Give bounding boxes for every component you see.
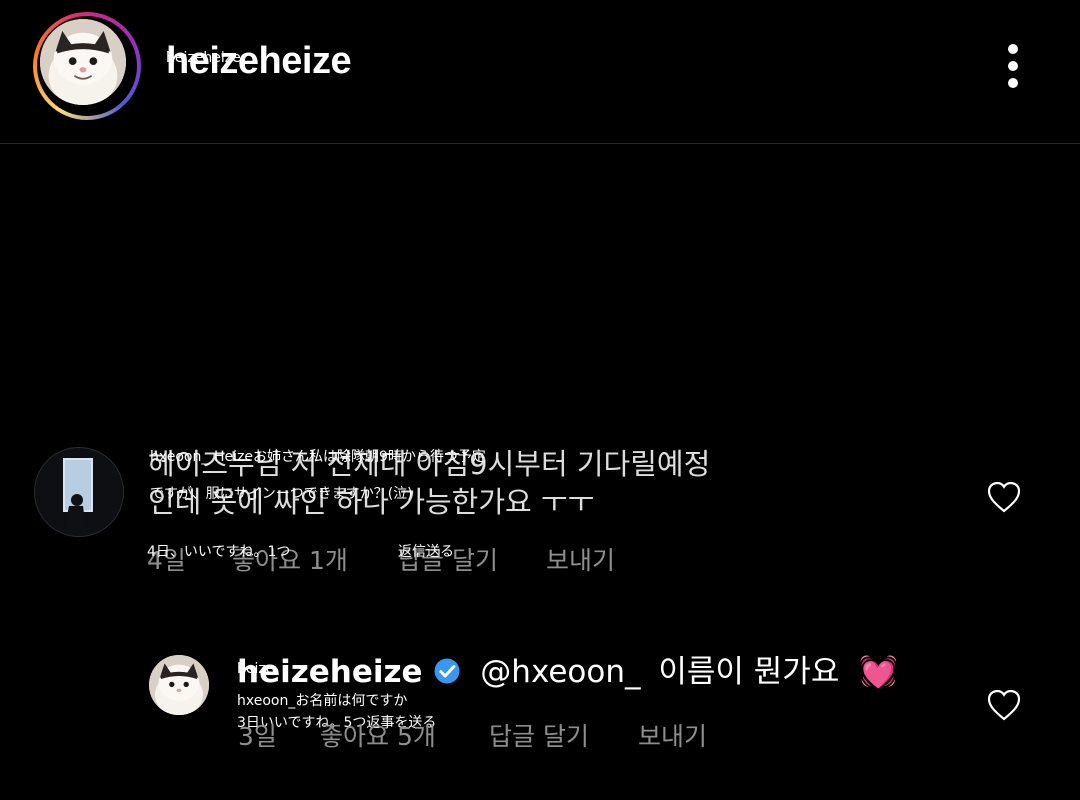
comment-author-overlay: hxeoon_: [150, 449, 209, 465]
reply-overlay-line-1: hxeoon_お名前は何ですか: [237, 693, 408, 709]
commenter-avatar[interactable]: [34, 447, 124, 537]
reply-send-button[interactable]: 보내기: [638, 717, 707, 753]
reply-text: 이름이 뭔가요: [658, 654, 840, 690]
profile-avatar: [40, 19, 126, 105]
reply-author-avatar[interactable]: [149, 655, 209, 715]
reply-heart-icon[interactable]: [986, 688, 1022, 722]
verified-badge-icon: [432, 656, 462, 686]
profile-username-overlay: heizeheize: [166, 50, 241, 66]
comment-heart-icon[interactable]: [986, 480, 1022, 514]
reply-mention[interactable]: @hxeoon_: [480, 654, 640, 690]
comment-overlay-line-2: ですが、服にサインーつできますか？(泣): [150, 486, 413, 502]
reply-author-overlay: heize: [237, 661, 275, 677]
reply-time: 3일: [238, 722, 277, 751]
reply-line: heizeheize @hxeoon_ 이름이 뭔가요 💓: [237, 652, 898, 692]
reply-like-count[interactable]: 좋아요 5개: [320, 717, 436, 753]
reply-reply-button[interactable]: 답글 달기: [489, 717, 589, 753]
more-options-button[interactable]: [1000, 40, 1028, 92]
header-divider: [0, 143, 1080, 144]
comment-meta-overlay: 4日、いいですね。1つ: [147, 544, 291, 560]
more-vertical-icon: [1008, 44, 1018, 54]
comment-overlay-line-1: Heizeお姉さん私は除隊朝9時から待つ予定: [214, 449, 486, 465]
comment-reply-overlay: 返信送る: [398, 544, 454, 560]
reply-emoji: 💓: [859, 654, 898, 690]
profile-story-ring[interactable]: [33, 12, 141, 120]
comment-send-button[interactable]: 보내기: [546, 541, 615, 577]
